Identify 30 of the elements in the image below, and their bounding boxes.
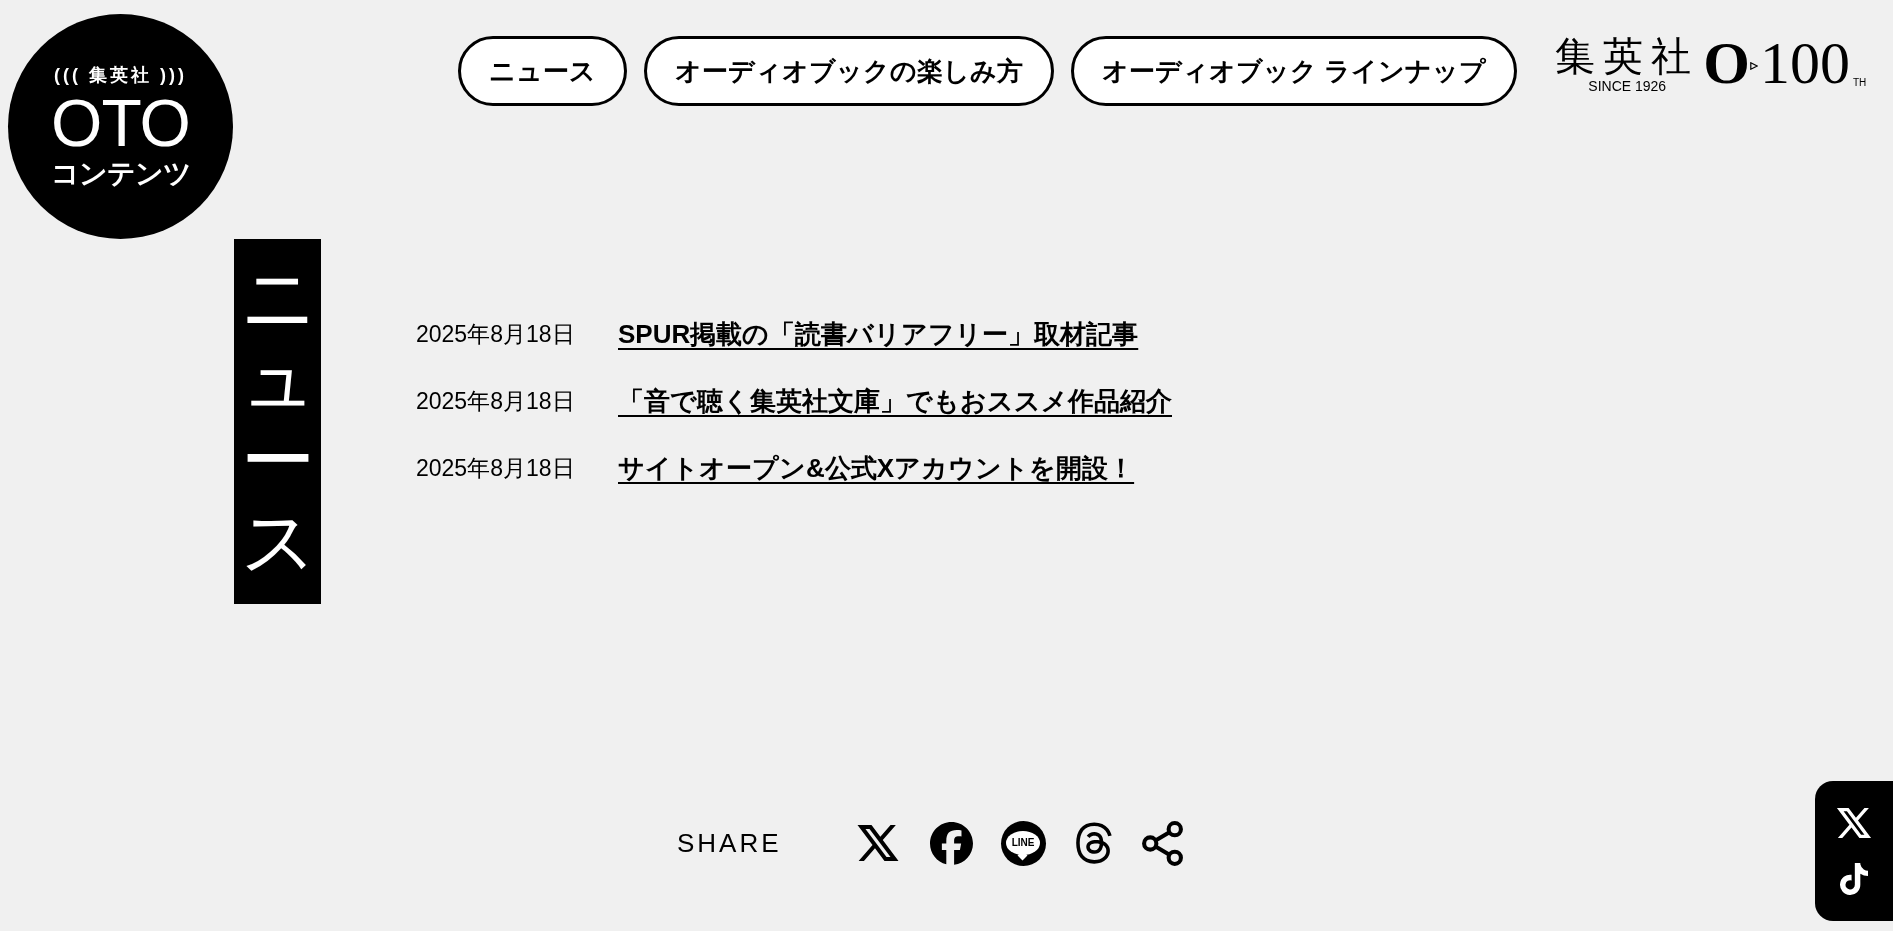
- news-date: 2025年8月18日: [416, 386, 576, 416]
- anniversary-number: 100: [1759, 36, 1850, 90]
- logo-publisher: ((( 集英社 ))): [54, 65, 187, 84]
- home-logo-link[interactable]: ((( 集英社 ))) OTO コンテンツ: [8, 14, 233, 239]
- line-share-link[interactable]: LINE: [1000, 820, 1046, 866]
- nav-link[interactable]: オーディオブック ラインナップ: [1071, 36, 1518, 106]
- threads-share-link[interactable]: [1073, 821, 1114, 865]
- share-label: SHARE: [677, 826, 782, 860]
- news-date: 2025年8月18日: [416, 453, 576, 483]
- publisher-name: 集英社: [1555, 36, 1700, 76]
- facebook-share-link[interactable]: [929, 821, 973, 865]
- since-year: SINCE 1926: [1588, 79, 1667, 93]
- tiktok-icon: [1839, 863, 1869, 895]
- logo-letter: O: [1703, 36, 1750, 90]
- share-link[interactable]: [1141, 820, 1183, 866]
- news-title-link[interactable]: 「音で聴く集英社文庫」でもおススメ作品紹介: [618, 381, 1172, 421]
- share-icon: [1141, 820, 1183, 866]
- tiktok-profile-link[interactable]: [1839, 863, 1869, 895]
- logo-subtitle: コンテンツ: [50, 159, 191, 188]
- nav-link[interactable]: オーディオブックの楽しみ方: [644, 36, 1054, 106]
- news-date: 2025年8月18日: [416, 319, 576, 349]
- threads-icon: [1073, 821, 1114, 865]
- nav-link[interactable]: ニュース: [458, 36, 627, 106]
- section-title: ニュース: [234, 239, 321, 604]
- facebook-icon: [929, 821, 973, 865]
- news-title-link[interactable]: サイトオープン&公式Xアカウントを開設！: [618, 448, 1135, 488]
- news-title-link[interactable]: SPUR掲載の「読書バリアフリー」取材記事: [618, 314, 1139, 354]
- triangle-icon: [1749, 62, 1758, 70]
- anniversary-suffix: TH: [1852, 78, 1867, 88]
- logo-title: OTO: [51, 89, 190, 156]
